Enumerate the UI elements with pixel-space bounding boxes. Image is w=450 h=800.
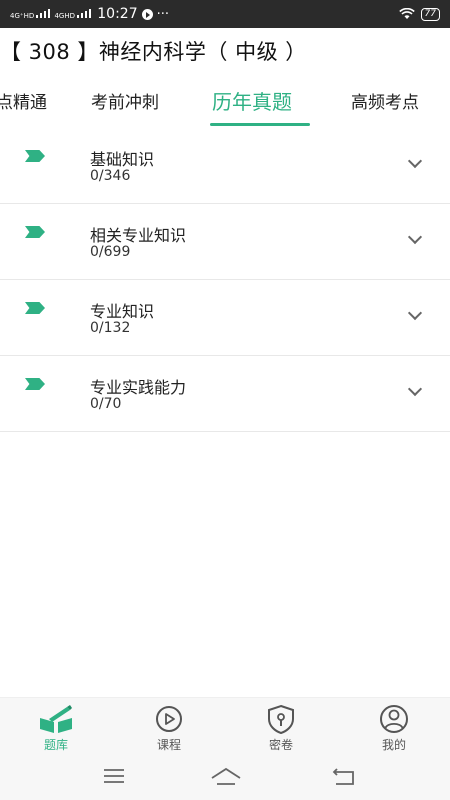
book-pen-icon (37, 704, 75, 734)
tab-bar: 点精通 考前冲刺 历年真题 高频考点 (0, 84, 450, 130)
flag-icon (25, 150, 45, 162)
back-icon[interactable] (332, 767, 356, 787)
nav-label: 课程 (156, 738, 181, 752)
category-title: 专业知识 (90, 302, 155, 321)
nav-label: 我的 (381, 738, 406, 752)
nav-question-bank[interactable]: 题库 (16, 704, 96, 753)
nav-profile[interactable]: 我的 (354, 704, 434, 753)
more-indicator: ··· (156, 6, 170, 22)
category-title: 相关专业知识 (90, 226, 187, 245)
tab-pre-exam-sprint[interactable]: 考前冲刺 (91, 88, 159, 113)
category-title: 专业实践能力 (90, 378, 187, 397)
signal-icon-2: 4GHD (54, 8, 92, 20)
play-circle-icon (150, 704, 188, 734)
question-category-list: 基础知识 0/346 相关专业知识 0/699 专业知识 0/132 专业实践能… (0, 128, 450, 432)
chevron-down-icon[interactable] (407, 381, 423, 397)
status-right: 77 (398, 7, 440, 21)
tab-high-frequency[interactable]: 高频考点 (351, 88, 419, 113)
home-icon[interactable] (210, 767, 242, 787)
category-progress: 0/132 (90, 320, 131, 336)
active-tab-indicator (210, 123, 310, 126)
tab-past-exams[interactable]: 历年真题 (212, 86, 292, 115)
list-item[interactable]: 专业知识 0/132 (0, 280, 450, 356)
category-progress: 0/70 (90, 396, 122, 412)
user-icon (375, 704, 413, 734)
nav-courses[interactable]: 课程 (129, 704, 209, 753)
category-progress: 0/346 (90, 168, 131, 184)
status-time: 10:27 (97, 6, 138, 22)
system-nav-bar (0, 755, 450, 800)
signal-label-1: 4G⁺HD (10, 12, 35, 20)
status-left: 4G⁺HD 4GHD 10:27 ··· (10, 6, 169, 22)
list-item[interactable]: 专业实践能力 0/70 (0, 356, 450, 432)
chevron-down-icon[interactable] (407, 229, 423, 245)
nav-label: 题库 (43, 738, 68, 752)
list-item[interactable]: 基础知识 0/346 (0, 128, 450, 204)
menu-icon[interactable] (103, 767, 125, 785)
chevron-down-icon[interactable] (407, 153, 423, 169)
tab-key-points-mastery[interactable]: 点精通 (0, 88, 47, 113)
flag-icon (25, 226, 45, 238)
signal-label-2: 4GHD (54, 12, 76, 20)
category-title: 基础知识 (90, 150, 155, 169)
chevron-down-icon[interactable] (407, 305, 423, 321)
category-progress: 0/699 (90, 244, 131, 260)
battery-icon: 77 (420, 7, 440, 21)
lock-shield-icon (262, 704, 300, 735)
notification-icon (141, 8, 153, 20)
flag-icon (25, 378, 45, 390)
page-title: 【 308 】神经内科学（ 中级 ） (0, 40, 307, 64)
nav-label: 密卷 (268, 738, 293, 752)
list-item[interactable]: 相关专业知识 0/699 (0, 204, 450, 280)
nav-secret-papers[interactable]: 密卷 (241, 704, 321, 753)
status-bar: 4G⁺HD 4GHD 10:27 ··· 77 (0, 0, 450, 28)
bottom-nav: 题库 课程 密卷 我的 (0, 697, 450, 756)
signal-icon-1: 4G⁺HD (10, 8, 51, 20)
flag-icon (25, 302, 45, 314)
wifi-icon (398, 8, 415, 19)
